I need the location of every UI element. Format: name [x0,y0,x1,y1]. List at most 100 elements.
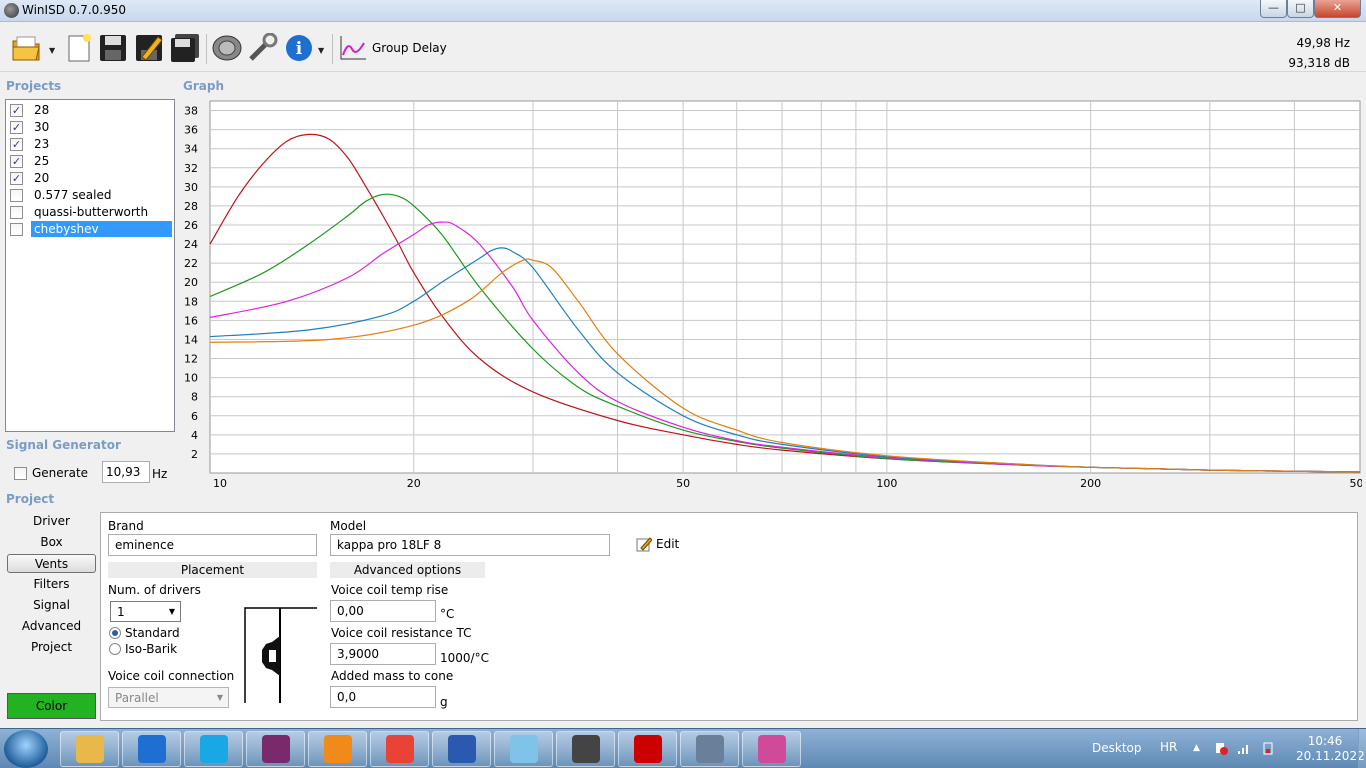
tab-vents[interactable]: Vents [7,554,96,573]
driver-placement-diagram [244,607,317,703]
y-tick-label: 34 [184,143,198,156]
tab-project[interactable]: Project [7,638,96,657]
standard-radio[interactable]: Standard [109,626,180,640]
start-button[interactable] [4,730,48,768]
project-checkbox[interactable]: ✓ [10,171,23,185]
toolbar: ▼ i ▼ Group Delay 49,98 Hz 93,318 dB [0,26,1366,72]
project-label: 28 [34,103,50,117]
projects-list[interactable]: ✓ 28 ✓ 30 ✓ 23 ✓ 25 ✓ 20 0.577 sealed quassi-butter… [5,99,175,432]
show-desktop-button[interactable] [1358,729,1366,768]
y-tick-label: 20 [184,276,198,289]
project-item[interactable]: quassi-butterworth [8,204,172,220]
project-checkbox[interactable]: ✓ [10,120,23,134]
taskbar-app[interactable] [742,731,801,767]
taskbar-app[interactable] [494,731,553,767]
taskbar-app[interactable] [556,731,615,767]
taskbar-app[interactable] [184,731,243,767]
num-drivers-select[interactable]: 1 ▼ [110,601,181,622]
tools-icon[interactable] [246,31,280,65]
graph-canvas[interactable]: 246810121416182022242628303234363810 20 50… [180,99,1362,491]
group-delay-label[interactable]: Group Delay [372,41,447,55]
winrar-icon [261,735,290,763]
project-checkbox[interactable] [10,222,23,236]
color-button[interactable]: Color [7,693,96,719]
driver-icon[interactable] [210,31,244,65]
info-icon[interactable]: i [282,31,316,65]
project-item[interactable]: ✓ 25 [8,153,172,169]
isobarik-radio[interactable]: Iso-Barik [109,642,177,656]
group-delay-icon[interactable] [336,31,370,65]
info-dropdown-arrow[interactable]: ▼ [318,46,324,55]
tab-signal[interactable]: Signal [7,596,96,615]
projects-title: Projects [6,79,62,93]
taskbar-app[interactable] [370,731,429,767]
vc-temp-rise-unit: °C [440,607,455,621]
taskbar-app[interactable] [432,731,491,767]
project-checkbox[interactable]: ✓ [10,137,23,151]
taskbar-app[interactable] [60,731,119,767]
network-icon[interactable] [1237,741,1251,755]
project-label: 23 [34,137,50,151]
taskbar-app[interactable] [618,731,677,767]
project-item[interactable]: 0.577 sealed [8,187,172,203]
voice-coil-connection-label: Voice coil connection [108,669,235,683]
language-indicator[interactable]: HR [1160,740,1177,754]
model-field[interactable]: kappa pro 18LF 8 [330,534,610,556]
vc-temp-rise-field[interactable]: 0,00 [330,600,436,622]
app-icon [4,3,19,18]
signal-generator-title: Signal Generator [6,438,121,452]
project-item[interactable]: ✓ 20 [8,170,172,186]
edit-icon [636,537,652,552]
added-mass-field[interactable]: 0,0 [330,686,436,708]
save-as-icon[interactable] [132,31,166,65]
skype-icon [199,735,228,763]
save-all-icon[interactable] [168,31,202,65]
close-button[interactable]: ✕ [1314,0,1361,18]
cursor-readout: 49,98 Hz 93,318 dB [1288,33,1350,73]
project-checkbox[interactable] [10,205,23,219]
calculator-icon [695,735,724,763]
y-tick-label: 12 [184,353,198,366]
tab-driver[interactable]: Driver [7,512,96,531]
project-item[interactable]: ✓ 23 [8,136,172,152]
clock[interactable]: 10:46 20.11.2022. [1296,734,1366,764]
taskbar-app[interactable] [122,731,181,767]
generate-checkbox[interactable] [14,466,27,480]
y-tick-label: 14 [184,333,198,346]
generate-checkbox-row[interactable]: Generate [12,466,88,480]
project-item[interactable]: ✓ 30 [8,119,172,135]
generator-frequency-input[interactable]: 10,93 [102,461,150,483]
battery-icon[interactable] [1261,741,1275,755]
response-graph[interactable]: 2 4 6 8 10 12 14 16 18 20 22 24 26 28 30 32 34 36 38 10 20 50… [180,99,1362,491]
vc-resistance-tc-field[interactable]: 3,9000 [330,643,436,665]
tab-box[interactable]: Box [7,533,96,552]
voice-coil-connection-select: Parallel ▼ [108,687,229,708]
minimize-button[interactable]: — [1260,0,1287,18]
brand-field[interactable]: eminence [108,534,317,556]
project-checkbox[interactable]: ✓ [10,154,23,168]
paint-icon [757,735,786,763]
save-icon[interactable] [96,31,130,65]
edit-button[interactable]: Edit [636,536,679,552]
project-item[interactable]: ✓ 28 [8,102,172,118]
isobarik-label: Iso-Barik [125,642,178,656]
y-tick-label: 36 [184,124,198,137]
tab-advanced[interactable]: Advanced [7,617,96,636]
tray-expand-icon[interactable]: ▲ [1193,743,1200,753]
maximize-button[interactable]: □ [1287,0,1314,18]
new-icon[interactable] [62,31,96,65]
open-dropdown-arrow[interactable]: ▼ [49,46,55,55]
generator-frequency-unit: Hz [152,467,168,481]
project-item[interactable]: chebyshev [8,221,172,237]
num-drivers-label: Num. of drivers [108,583,201,597]
taskbar-app[interactable] [680,731,739,767]
desktop-toolbar-label[interactable]: Desktop [1092,741,1142,755]
project-checkbox[interactable] [10,188,23,202]
taskbar-app[interactable] [308,731,367,767]
tab-filters[interactable]: Filters [7,575,96,594]
action-center-icon[interactable] [1214,741,1228,755]
open-icon[interactable] [10,31,44,65]
taskbar-app[interactable] [246,731,305,767]
generate-label: Generate [32,466,89,480]
project-checkbox[interactable]: ✓ [10,103,23,117]
